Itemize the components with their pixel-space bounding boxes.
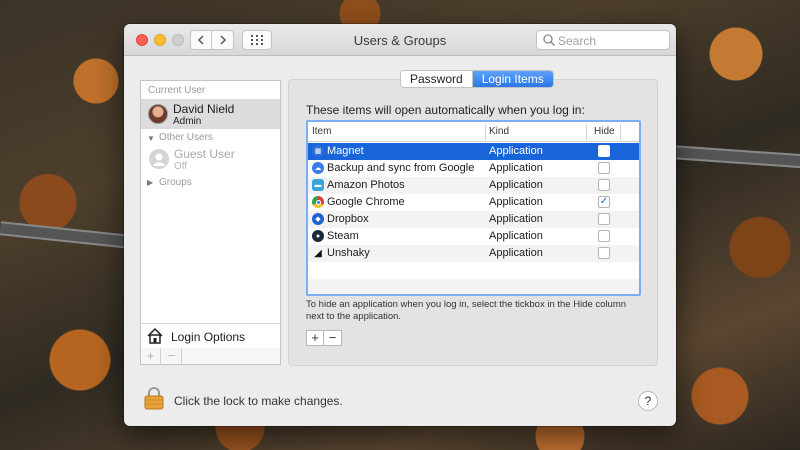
hide-checkbox[interactable]	[598, 247, 610, 259]
column-divider	[620, 124, 621, 140]
login-items-add-remove: + −	[306, 330, 342, 346]
preferences-window: Users & Groups Search Current User David…	[124, 24, 676, 426]
table-row[interactable]: ◢ Unshaky Application	[308, 245, 639, 262]
sidebar-item-current-user[interactable]: David Nield Admin	[141, 99, 280, 129]
login-items-table[interactable]: Item Kind Hide ▦ Magnet Application ☁ Ba…	[306, 120, 641, 296]
item-kind: Application	[489, 162, 543, 174]
hide-instructions: To hide an application when you log in, …	[306, 299, 627, 322]
column-header-item[interactable]: Item	[312, 126, 331, 137]
login-options-label: Login Options	[171, 330, 246, 344]
column-divider	[586, 124, 587, 140]
other-users-heading: Other Users	[159, 132, 213, 143]
table-row[interactable]: ● Steam Application	[308, 228, 639, 245]
column-header-hide[interactable]: Hide	[594, 126, 615, 137]
column-divider	[485, 124, 486, 140]
table-row[interactable]: ☁ Backup and sync from Google Applicatio…	[308, 160, 639, 177]
hide-checkbox-checked[interactable]: ✓	[598, 196, 610, 208]
user-role: Admin	[173, 116, 202, 127]
guest-user-name[interactable]: Guest User	[174, 147, 235, 161]
search-placeholder: Search	[558, 34, 597, 48]
hide-checkbox[interactable]	[598, 145, 610, 157]
hide-checkbox[interactable]	[598, 230, 610, 242]
steam-icon: ●	[312, 230, 324, 242]
magnet-icon: ▦	[312, 145, 324, 157]
hide-checkbox[interactable]	[598, 179, 610, 191]
item-kind: Application	[489, 179, 543, 191]
lock-icon[interactable]	[144, 386, 164, 410]
person-icon	[153, 153, 165, 166]
table-row[interactable]: ▦ Magnet Application	[308, 143, 639, 160]
item-name: Google Chrome	[327, 196, 405, 208]
item-name: Dropbox	[327, 213, 369, 225]
empty-row	[308, 279, 639, 294]
cloud-icon: ☁	[312, 162, 324, 174]
remove-user-button[interactable]: −	[162, 348, 182, 364]
item-name: Steam	[327, 230, 359, 242]
item-name: Amazon Photos	[327, 179, 405, 191]
item-kind: Application	[489, 230, 543, 242]
empty-row	[308, 262, 639, 279]
add-user-button[interactable]: +	[141, 348, 161, 364]
item-name: Backup and sync from Google	[327, 162, 475, 174]
table-row[interactable]: Google Chrome Application ✓	[308, 194, 639, 211]
road-decoration	[0, 221, 131, 249]
search-icon	[543, 34, 555, 46]
column-header-kind[interactable]: Kind	[489, 126, 509, 137]
amazon-photos-icon: ▬	[312, 179, 324, 191]
avatar	[148, 104, 168, 124]
tab-password[interactable]: Password	[401, 71, 473, 87]
table-header: Item Kind Hide	[308, 122, 639, 142]
guest-avatar	[149, 149, 169, 169]
user-name: David Nield	[173, 102, 235, 116]
groups-heading[interactable]: Groups	[159, 177, 192, 188]
guest-user-status: Off	[174, 161, 188, 172]
item-kind: Application	[489, 213, 543, 225]
disclosure-triangle-down-icon[interactable]: ▼	[147, 134, 155, 143]
remove-login-item-button[interactable]: −	[324, 331, 341, 345]
sidebar-add-remove: + −	[140, 348, 281, 365]
help-button[interactable]: ?	[638, 391, 658, 411]
unshaky-icon: ◢	[314, 247, 322, 259]
users-sidebar: Current User David Nield Admin ▼ Other U…	[140, 80, 281, 365]
item-name: Magnet	[327, 145, 364, 157]
chrome-icon	[312, 196, 324, 208]
lock-label: Click the lock to make changes.	[174, 394, 343, 408]
search-input[interactable]: Search	[536, 30, 670, 50]
item-kind: Application	[489, 247, 543, 259]
hide-checkbox[interactable]	[598, 162, 610, 174]
tab-bar: Password Login Items	[400, 70, 554, 88]
hide-checkbox[interactable]	[598, 213, 610, 225]
house-icon	[147, 327, 163, 344]
table-row[interactable]: ▬ Amazon Photos Application	[308, 177, 639, 194]
tab-login-items[interactable]: Login Items	[472, 71, 553, 87]
login-items-intro: These items will open automatically when…	[306, 103, 585, 117]
table-row[interactable]: ◆ Dropbox Application	[308, 211, 639, 228]
title-bar: Users & Groups Search	[124, 24, 676, 56]
add-login-item-button[interactable]: +	[307, 331, 324, 345]
item-name: Unshaky	[327, 247, 370, 259]
item-kind: Application	[489, 145, 543, 157]
item-kind: Application	[489, 196, 543, 208]
dropbox-icon: ◆	[312, 213, 324, 225]
login-options-item[interactable]: Login Options	[141, 323, 280, 349]
road-decoration	[671, 145, 800, 169]
disclosure-triangle-right-icon[interactable]: ▶	[147, 178, 153, 187]
current-user-heading: Current User	[148, 85, 206, 96]
